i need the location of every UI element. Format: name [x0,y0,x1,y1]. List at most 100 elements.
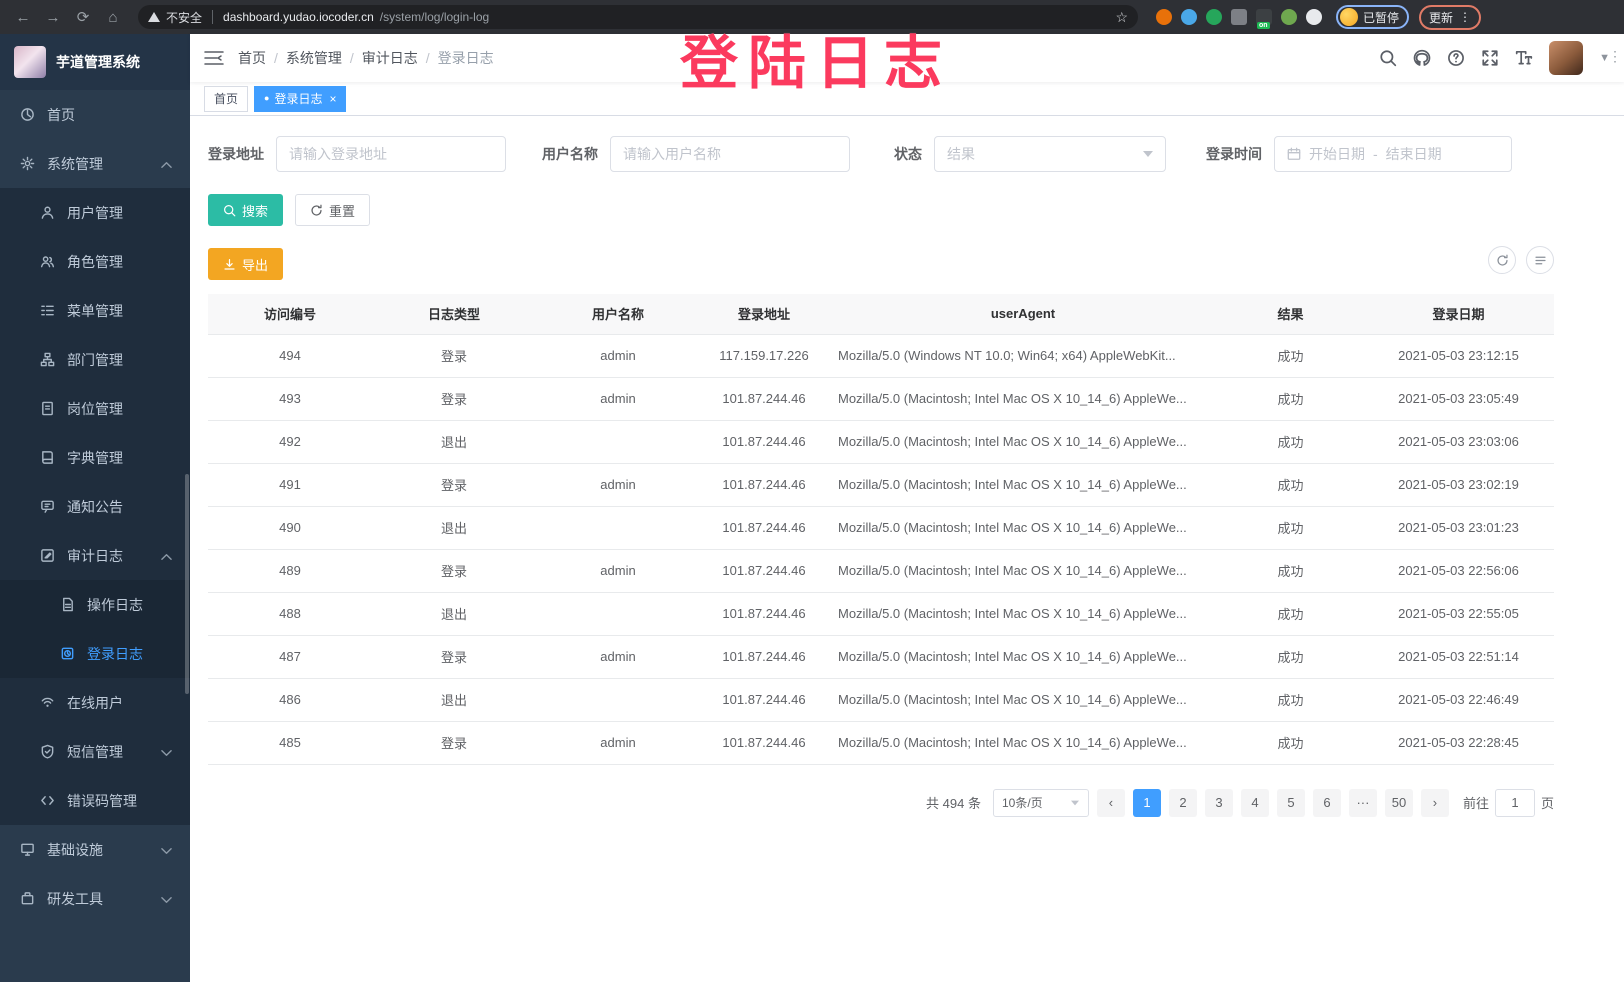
page-button-50[interactable]: 50 [1385,789,1413,817]
sidebar-item-字典管理[interactable]: 字典管理 [0,433,190,482]
sidebar-item-岗位管理[interactable]: 岗位管理 [0,384,190,433]
table-row[interactable]: 488退出101.87.244.46Mozilla/5.0 (Macintosh… [208,592,1554,635]
cell-result: 成功 [1218,506,1363,549]
chevron-up-icon [161,156,172,172]
sidebar-item-通知公告[interactable]: 通知公告 [0,482,190,531]
search-icon[interactable] [1379,49,1397,67]
cell-type: 登录 [372,377,536,420]
sidebar-item-审计日志[interactable]: 审计日志 [0,531,190,580]
table-row[interactable]: 485登录admin101.87.244.46Mozilla/5.0 (Maci… [208,721,1554,764]
goto-page-input[interactable]: 1 [1495,789,1535,817]
cell-type: 登录 [372,334,536,377]
font-size-icon[interactable] [1515,49,1533,67]
page-button-1[interactable]: 1 [1133,789,1161,817]
bookmark-star-icon[interactable]: ☆ [1115,9,1128,26]
date-start-placeholder: 开始日期 [1309,144,1365,164]
sidebar-item-首页[interactable]: 首页 [0,90,190,139]
breadcrumb-separator: / [350,50,354,66]
reset-button[interactable]: 重置 [295,194,370,226]
login-log-table: 访问编号日志类型用户名称登录地址userAgent结果登录日期 494登录adm… [208,294,1554,765]
sidebar-item-登录日志[interactable]: 登录日志 [0,629,190,678]
app-logo [14,46,46,78]
main-area: 首页/系统管理/审计日志/登录日志 ▼ ⋮ 首页●登录日志× 登录地址 请输入登… [190,34,1624,982]
address-bar[interactable]: 不安全 dashboard.yudao.iocoder.cn /system/l… [138,5,1138,29]
table-row[interactable]: 493登录admin101.87.244.46Mozilla/5.0 (Maci… [208,377,1554,420]
date-range-picker[interactable]: 开始日期 - 结束日期 [1274,136,1512,172]
page-size-select[interactable]: 10条/页 [993,789,1089,817]
table-row[interactable]: 494登录admin117.159.17.226Mozilla/5.0 (Win… [208,334,1554,377]
help-icon[interactable] [1447,49,1465,67]
browser-home-icon[interactable]: ⌂ [100,4,126,30]
browser-back-icon[interactable]: ← [10,4,36,30]
sidebar-header[interactable]: 芋道管理系统 [0,34,190,90]
table-row[interactable]: 491登录admin101.87.244.46Mozilla/5.0 (Maci… [208,463,1554,506]
breadcrumb-item[interactable]: 首页 [238,48,266,68]
more-pages-button[interactable]: ··· [1349,789,1377,817]
sidebar-item-基础设施[interactable]: 基础设施 [0,825,190,874]
security-label[interactable]: 不安全 [166,9,202,26]
table-row[interactable]: 486退出101.87.244.46Mozilla/5.0 (Macintosh… [208,678,1554,721]
refresh-button[interactable] [1488,246,1516,274]
cell-useragent: Mozilla/5.0 (Macintosh; Intel Mac OS X 1… [828,463,1218,506]
status-select[interactable]: 结果 [934,136,1166,172]
page-button-6[interactable]: 6 [1313,789,1341,817]
prev-page-button[interactable]: ‹ [1097,789,1125,817]
sidebar-item-研发工具[interactable]: 研发工具 [0,874,190,923]
browser-menu-icon[interactable]: ⋮ [1459,10,1471,24]
cell-username: admin [536,377,700,420]
browser-reload-icon[interactable]: ⟳ [70,4,96,30]
ext-list-on-icon[interactable]: on [1256,9,1272,25]
ext-green-sync-icon[interactable] [1206,9,1222,25]
sidebar-item-角色管理[interactable]: 角色管理 [0,237,190,286]
page-button-4[interactable]: 4 [1241,789,1269,817]
close-icon[interactable]: × [329,92,336,106]
login-address-input[interactable]: 请输入登录地址 [276,136,506,172]
hamburger-icon[interactable] [204,50,224,66]
sidebar-item-label: 短信管理 [67,742,123,762]
browser-forward-icon[interactable]: → [40,4,66,30]
table-tools [1488,246,1554,274]
export-button[interactable]: 导出 [208,248,283,280]
breadcrumb-item[interactable]: 审计日志 [362,48,418,68]
ext-blue-gem-icon[interactable] [1181,9,1197,25]
breadcrumb-item[interactable]: 系统管理 [286,48,342,68]
cell-username [536,420,700,463]
search-button[interactable]: 搜索 [208,194,283,226]
columns-button[interactable] [1526,246,1554,274]
sidebar-scrollbar[interactable] [185,474,189,694]
sidebar-item-错误码管理[interactable]: 错误码管理 [0,776,190,825]
ext-plant-icon[interactable] [1281,9,1297,25]
table-row[interactable]: 489登录admin101.87.244.46Mozilla/5.0 (Maci… [208,549,1554,592]
sidebar-item-在线用户[interactable]: 在线用户 [0,678,190,727]
sidebar-item-系统管理[interactable]: 系统管理 [0,139,190,188]
profile-chip[interactable]: 已暂停 [1336,5,1409,29]
search-button-icon [223,204,236,217]
browser-update-button[interactable]: 更新 ⋮ [1419,5,1481,30]
ext-orange-icon[interactable] [1156,9,1172,25]
sidebar-item-操作日志[interactable]: 操作日志 [0,580,190,629]
page-button-3[interactable]: 3 [1205,789,1233,817]
table-row[interactable]: 487登录admin101.87.244.46Mozilla/5.0 (Maci… [208,635,1554,678]
page-button-5[interactable]: 5 [1277,789,1305,817]
sidebar-item-菜单管理[interactable]: 菜单管理 [0,286,190,335]
tab-首页[interactable]: 首页 [204,86,248,112]
page-button-2[interactable]: 2 [1169,789,1197,817]
tab-登录日志[interactable]: ●登录日志× [254,86,346,112]
username-input[interactable]: 请输入用户名称 [610,136,850,172]
user-avatar[interactable] [1549,41,1583,75]
ext-blocks-icon[interactable] [1231,9,1247,25]
next-page-button[interactable]: › [1421,789,1449,817]
cell-type: 登录 [372,721,536,764]
chevron-down-icon [1071,800,1079,805]
table-row[interactable]: 492退出101.87.244.46Mozilla/5.0 (Macintosh… [208,420,1554,463]
fullscreen-icon[interactable] [1481,49,1499,67]
cell-ip: 101.87.244.46 [700,678,828,721]
table-row[interactable]: 490退出101.87.244.46Mozilla/5.0 (Macintosh… [208,506,1554,549]
navbar-more-icon[interactable]: ⋮ [1608,48,1622,65]
ext-puzzle-icon[interactable] [1306,9,1322,25]
sidebar-item-短信管理[interactable]: 短信管理 [0,727,190,776]
sidebar-item-部门管理[interactable]: 部门管理 [0,335,190,384]
sidebar-item-用户管理[interactable]: 用户管理 [0,188,190,237]
github-icon[interactable] [1413,49,1431,67]
sidebar-item-label: 基础设施 [47,840,103,860]
